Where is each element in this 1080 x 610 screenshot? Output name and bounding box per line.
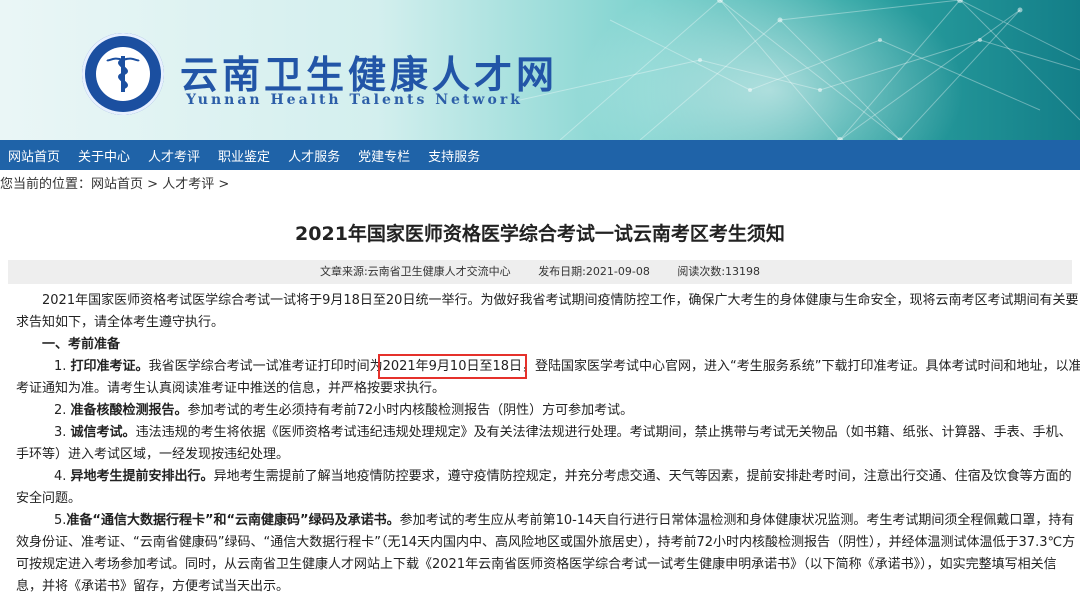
list-item: 3. 诚信考试。违法违规的考生将依据《医师资格考试违纪违规处理规定》及有关法律法…	[16, 425, 1072, 462]
list-item-heading: 诚信考试。	[70, 425, 136, 440]
article-source: 文章来源:云南省卫生健康人才交流中心	[319, 265, 511, 278]
site-banner: 云南卫生健康人才网 Yunnan Health Talents Network	[0, 0, 1080, 140]
nav-item-vocational-appraisal[interactable]: 职业鉴定	[209, 146, 279, 165]
nav-item-talent-services[interactable]: 人才服务	[279, 146, 349, 165]
breadcrumb-prefix: 您当前的位置：	[0, 177, 92, 192]
banner-mesh-decoration	[520, 0, 1080, 140]
nav-item-support[interactable]: 支持服务	[419, 146, 489, 165]
nav-item-home[interactable]: 网站首页	[0, 146, 69, 165]
article-title: 2021年国家医师资格医学综合考试一试云南考区考生须知	[295, 223, 785, 245]
article-intro: 2021年国家医师资格考试医学综合考试一试将于9月18日至20日统一举行。为做好…	[16, 293, 1079, 330]
nav-item-about[interactable]: 关于中心	[69, 146, 139, 165]
section-heading: 一、考前准备	[42, 337, 121, 352]
nav-item-talent-evaluation[interactable]: 人才考评	[139, 146, 209, 165]
site-logo[interactable]	[82, 33, 164, 115]
article-meta-bar: 文章来源:云南省卫生健康人才交流中心 发布日期:2021-09-08 阅读次数:…	[8, 260, 1072, 284]
list-item-heading: 准备核酸检测报告。	[70, 403, 188, 418]
list-item: 4. 异地考生提前安排出行。异地考生需提前了解当地疫情防控要求，遵守疫情防控规定…	[16, 469, 1072, 506]
list-item: 2. 准备核酸检测报告。参加考试的考生必须持有考前72小时内核酸检测报告（阴性）…	[54, 403, 634, 418]
breadcrumb-home-link[interactable]: 网站首页	[91, 177, 143, 192]
list-item-heading: 异地考生提前安排出行。	[70, 469, 214, 484]
article-date: 发布日期:2021-09-08	[538, 265, 650, 278]
nav-item-party-building[interactable]: 党建专栏	[349, 146, 419, 165]
caduceus-emblem-icon	[96, 47, 150, 101]
list-item: 5.准备“通信大数据行程卡”和“云南健康码”绿码及承诺书。参加考试的考生应从考前…	[16, 513, 1076, 594]
main-nav: 网站首页 关于中心 人才考评 职业鉴定 人才服务 党建专栏 支持服务	[0, 140, 1080, 170]
site-name: 云南卫生健康人才网	[180, 52, 559, 97]
site-name-en: Yunnan Health Talents Network	[186, 92, 523, 108]
breadcrumb: 您当前的位置：网站首页 > 人才考评 >	[0, 170, 1080, 200]
list-item: 1. 打印准考证。我省医学综合考试一试准考证打印时间为2021年9月10日至18…	[16, 354, 1080, 396]
article-views: 阅读次数:13198	[677, 265, 761, 278]
article-body: 2021年国家医师资格考试医学综合考试一试将于9月18日至20日统一举行。为做好…	[16, 290, 1080, 598]
list-item-heading: 打印准考证。	[70, 359, 149, 374]
list-item-heading: 准备“通信大数据行程卡”和“云南健康码”绿码及承诺书。	[66, 513, 400, 528]
breadcrumb-separator: >	[143, 177, 163, 192]
highlighted-date-range: 2021年9月10日至18日	[377, 354, 528, 379]
breadcrumb-separator: >	[214, 177, 230, 192]
breadcrumb-section-link[interactable]: 人才考评	[162, 177, 214, 192]
